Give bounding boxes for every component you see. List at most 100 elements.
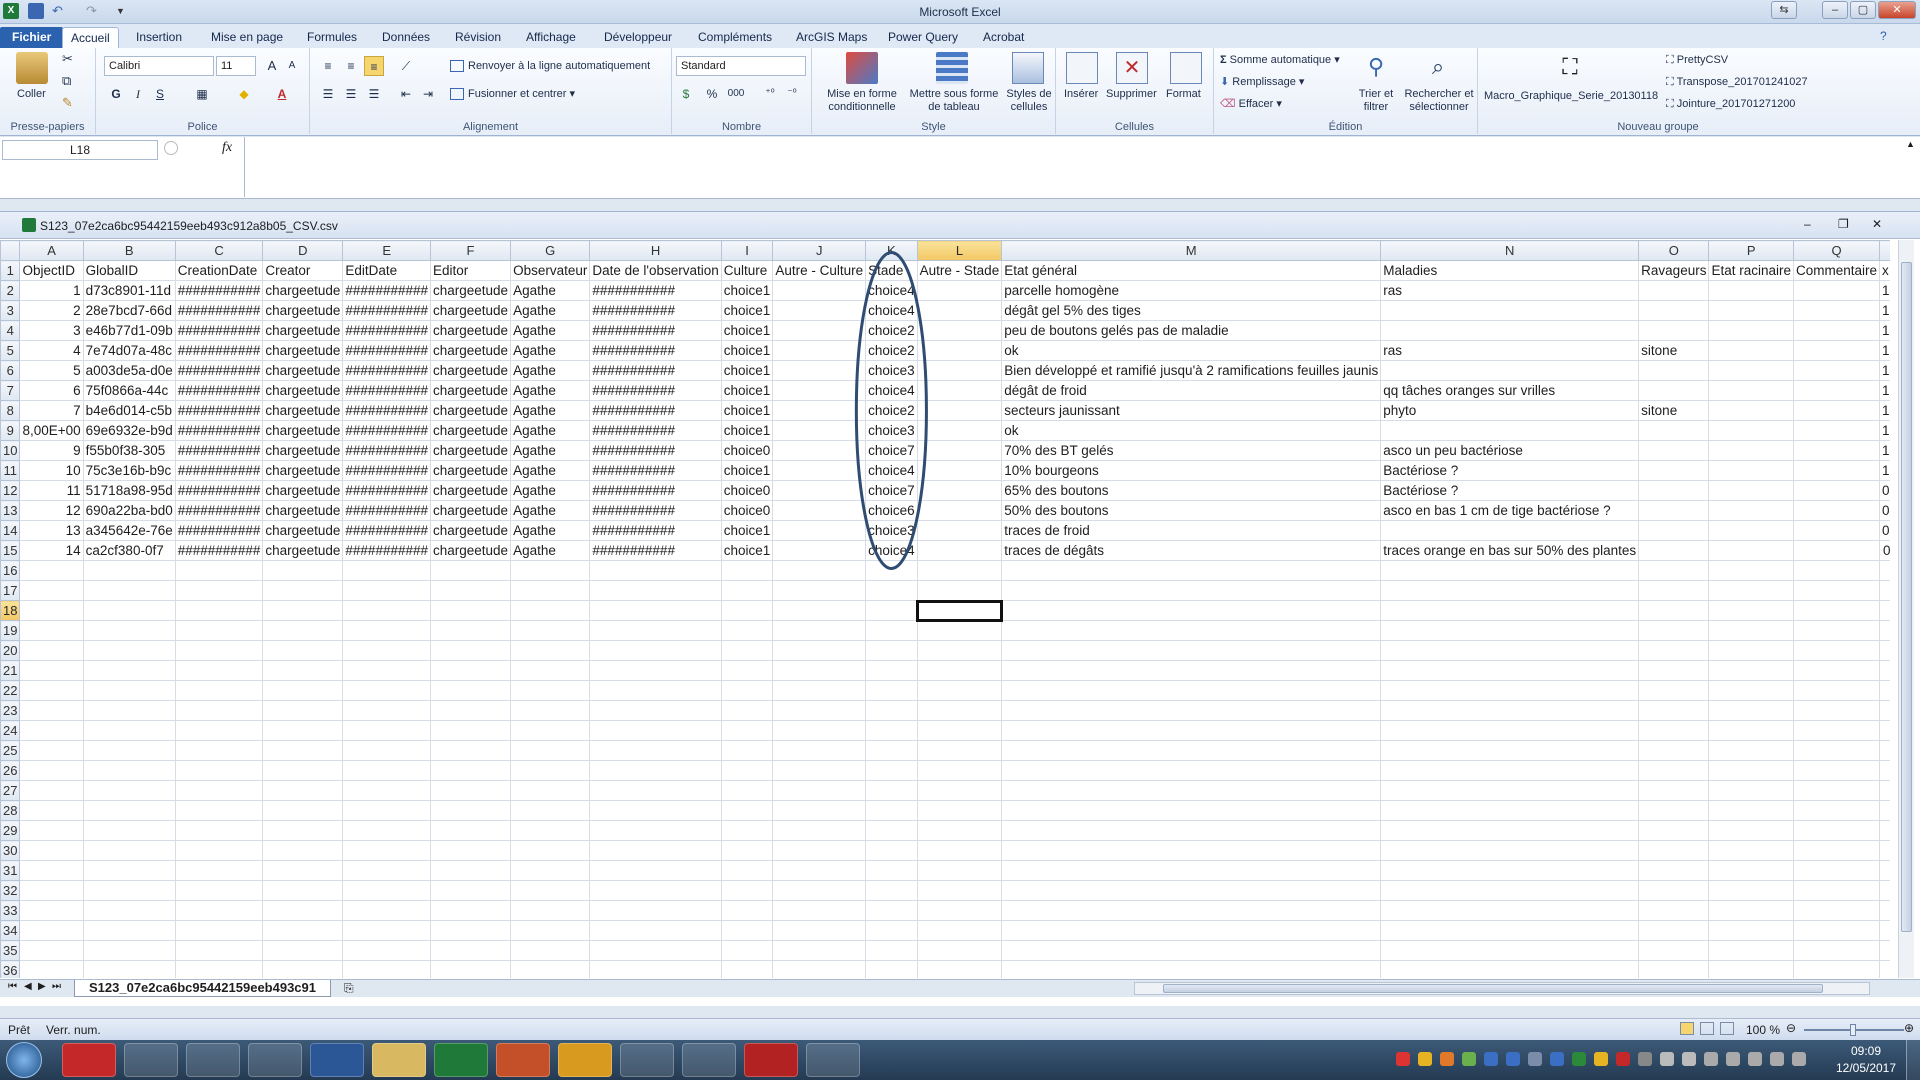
- cell[interactable]: [1708, 660, 1795, 681]
- cell[interactable]: [82, 960, 176, 978]
- cell[interactable]: [1638, 320, 1710, 341]
- thousands-button[interactable]: 000: [724, 84, 748, 104]
- cell[interactable]: 1.13864148: [1879, 460, 1890, 481]
- cell[interactable]: chargeetude: [262, 280, 344, 301]
- cell[interactable]: [589, 700, 722, 721]
- cell[interactable]: [342, 900, 431, 921]
- cell[interactable]: ###########: [174, 320, 264, 341]
- insert-sheet-icon[interactable]: ⎘: [344, 981, 354, 996]
- cell[interactable]: 2: [19, 300, 84, 321]
- row-header[interactable]: 12: [0, 480, 21, 501]
- row-header[interactable]: 9: [0, 420, 21, 441]
- cell[interactable]: [589, 680, 722, 701]
- cell[interactable]: ###########: [174, 300, 264, 321]
- sort-filter-button[interactable]: Trier et filtrer: [1354, 88, 1398, 114]
- cell[interactable]: [720, 960, 774, 978]
- tab-complements[interactable]: Compléments: [690, 27, 780, 48]
- cell[interactable]: [916, 520, 1003, 541]
- tab-arcgis-maps[interactable]: ArcGIS Maps: [788, 27, 875, 48]
- cell[interactable]: [720, 620, 774, 641]
- cell[interactable]: [510, 940, 591, 961]
- cell[interactable]: [772, 920, 867, 941]
- row-header[interactable]: 6: [0, 360, 21, 381]
- cell[interactable]: Agathe: [510, 340, 591, 361]
- show-desktop-button[interactable]: [1906, 1040, 1920, 1080]
- cell[interactable]: [772, 340, 867, 361]
- tray-icon[interactable]: [1484, 1052, 1498, 1066]
- tab-mise-en-page[interactable]: Mise en page: [203, 27, 291, 48]
- cell[interactable]: [510, 760, 591, 781]
- cell[interactable]: [1638, 740, 1710, 761]
- cell[interactable]: Agathe: [510, 320, 591, 341]
- cell[interactable]: choice3: [865, 360, 918, 381]
- cell[interactable]: [19, 700, 84, 721]
- autosum-button[interactable]: Σ Somme automatique ▾: [1220, 54, 1340, 67]
- tray-icon[interactable]: [1462, 1052, 1476, 1066]
- sheet-tab-active[interactable]: S123_07e2ca6bc95442159eeb493c91: [74, 980, 331, 997]
- cell[interactable]: [19, 940, 84, 961]
- cell[interactable]: [342, 620, 431, 641]
- cell[interactable]: ###########: [589, 380, 722, 401]
- cell[interactable]: choice6: [865, 500, 918, 521]
- header-cell[interactable]: Maladies: [1380, 260, 1640, 281]
- cell[interactable]: [865, 720, 918, 741]
- cell[interactable]: [174, 740, 264, 761]
- cell[interactable]: ###########: [589, 400, 722, 421]
- cell[interactable]: 1.35409322: [1879, 340, 1890, 361]
- cell[interactable]: [1793, 900, 1881, 921]
- cell[interactable]: [262, 960, 344, 978]
- cell[interactable]: [342, 580, 431, 601]
- cell[interactable]: [1001, 680, 1382, 701]
- cell[interactable]: [510, 720, 591, 741]
- cell[interactable]: secteurs jaunissant: [1001, 400, 1382, 421]
- tray-icon[interactable]: [1440, 1052, 1454, 1066]
- cell[interactable]: [1879, 840, 1890, 861]
- minimize-button[interactable]: –: [1822, 1, 1848, 19]
- cell[interactable]: Agathe: [510, 360, 591, 381]
- cell[interactable]: chargeetude: [262, 460, 344, 481]
- sheet-nav-last-icon[interactable]: ⏭: [52, 981, 61, 992]
- cell[interactable]: [1380, 820, 1640, 841]
- cell[interactable]: [1708, 320, 1795, 341]
- column-header[interactable]: F: [429, 240, 512, 261]
- cell[interactable]: [1001, 840, 1382, 861]
- tab-fichier[interactable]: Fichier: [0, 27, 64, 48]
- cell[interactable]: chargeetude: [262, 540, 344, 561]
- row-header[interactable]: 1: [0, 260, 21, 281]
- cell[interactable]: [1879, 940, 1890, 961]
- column-header[interactable]: A: [19, 240, 84, 261]
- align-middle-icon[interactable]: ≡: [341, 56, 361, 76]
- row-header[interactable]: 11: [0, 460, 21, 481]
- cell[interactable]: 1.24933981: [1879, 360, 1890, 381]
- cell[interactable]: [1001, 900, 1382, 921]
- cell[interactable]: [1638, 900, 1710, 921]
- page-break-view-icon[interactable]: [1720, 1022, 1734, 1035]
- cell[interactable]: [262, 860, 344, 881]
- cell[interactable]: [1879, 800, 1890, 821]
- cell[interactable]: Agathe: [510, 520, 591, 541]
- cell[interactable]: choice4: [865, 460, 918, 481]
- cell[interactable]: ###########: [174, 440, 264, 461]
- cell[interactable]: [1001, 940, 1382, 961]
- cell[interactable]: Bactériose ?: [1380, 480, 1640, 501]
- zoom-slider[interactable]: [1804, 1024, 1904, 1036]
- cell[interactable]: [865, 780, 918, 801]
- cell[interactable]: [1380, 600, 1640, 621]
- cell[interactable]: [429, 780, 512, 801]
- cell[interactable]: [1001, 860, 1382, 881]
- cell[interactable]: [865, 960, 918, 978]
- cell[interactable]: [342, 560, 431, 581]
- cell[interactable]: [865, 580, 918, 601]
- column-header[interactable]: K: [865, 240, 918, 261]
- cell[interactable]: [82, 700, 176, 721]
- italic-button[interactable]: I: [128, 84, 148, 104]
- cell[interactable]: [1879, 680, 1890, 701]
- cell[interactable]: [1708, 940, 1795, 961]
- cell[interactable]: [510, 640, 591, 661]
- row-header[interactable]: 3: [0, 300, 21, 321]
- cell[interactable]: [342, 800, 431, 821]
- powerpoint-icon[interactable]: [496, 1043, 550, 1077]
- zoom-in-icon[interactable]: ⊕: [1904, 1021, 1914, 1035]
- volume-icon[interactable]: [1792, 1052, 1806, 1066]
- cell[interactable]: [19, 720, 84, 741]
